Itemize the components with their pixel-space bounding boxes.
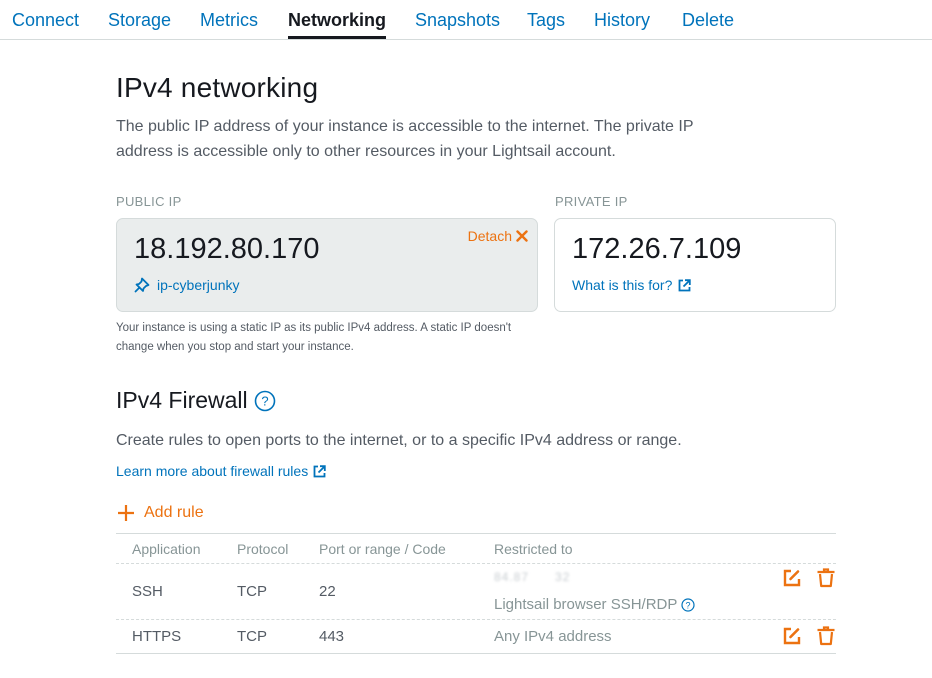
rule-actions (782, 568, 836, 588)
private-ip-address: 172.26.7.109 (572, 233, 742, 265)
rule-actions (782, 626, 836, 646)
rule-protocol: TCP (237, 583, 267, 600)
restricted-note-label: Lightsail browser SSH/RDP (494, 596, 678, 613)
public-ip-address: 18.192.80.170 (134, 233, 320, 265)
tab-storage[interactable]: Storage (108, 9, 171, 39)
ipv4-networking-title: IPv4 networking (116, 72, 319, 103)
rule-application: HTTPS (132, 628, 182, 645)
private-ip-card: 172.26.7.109 What is this for? (554, 218, 836, 312)
firewall-title-row: IPv4 Firewall ? (116, 387, 276, 414)
rule-restricted-ip-obscured: 84.87 32 (494, 570, 571, 584)
column-header-protocol: Protocol (237, 541, 289, 557)
tab-metrics[interactable]: Metrics (200, 9, 258, 39)
learn-more-firewall-link[interactable]: Learn more about firewall rules (116, 463, 326, 479)
pin-icon (134, 277, 150, 293)
column-header-application: Application (132, 541, 201, 557)
rule-port: 22 (319, 583, 336, 600)
add-rule-button[interactable]: Add rule (116, 503, 204, 523)
tab-history[interactable]: History (594, 9, 650, 39)
rule-protocol: TCP (237, 628, 267, 645)
external-link-icon (678, 278, 692, 291)
table-header: Application Protocol Port or range / Cod… (116, 534, 836, 564)
rule-application: SSH (132, 583, 163, 600)
private-ip-label: PRIVATE IP (555, 194, 628, 209)
column-header-port: Port or range / Code (319, 541, 446, 557)
close-icon (516, 230, 528, 242)
ipv4-networking-description: The public IP address of your instance i… (116, 118, 694, 160)
public-ip-card: 18.192.80.170 Detach ip-cyberjunky (116, 218, 538, 312)
instance-tabs: Connect Storage Metrics Networking Snaps… (0, 0, 932, 40)
detach-button[interactable]: Detach (468, 228, 528, 244)
learn-more-label: Learn more about firewall rules (116, 463, 309, 479)
trash-icon[interactable] (816, 626, 836, 646)
edit-icon[interactable] (782, 626, 802, 646)
detach-label: Detach (467, 228, 512, 244)
rule-port: 443 (319, 628, 345, 645)
rule-restricted-to: Any IPv4 address (494, 628, 612, 645)
firewall-rules-table: Application Protocol Port or range / Cod… (116, 533, 836, 654)
help-icon[interactable]: ? (681, 597, 696, 612)
static-ip-link[interactable]: ip-cyberjunky (134, 277, 239, 293)
tab-delete[interactable]: Delete (682, 9, 734, 39)
firewall-description: Create rules to open ports to the intern… (116, 432, 682, 449)
static-ip-name: ip-cyberjunky (157, 277, 240, 293)
static-ip-note: Your instance is using a static IP as it… (116, 322, 512, 353)
table-row: SSH TCP 22 84.87 32 Lightsail browser SS… (116, 564, 836, 620)
public-ip-label: PUBLIC IP (116, 194, 182, 209)
column-header-restricted-to: Restricted to (494, 541, 573, 557)
tab-connect[interactable]: Connect (12, 9, 79, 39)
svg-text:?: ? (686, 600, 691, 610)
tab-tags[interactable]: Tags (527, 9, 565, 39)
what-is-this-for-link[interactable]: What is this for? (572, 277, 692, 293)
add-rule-label: Add rule (144, 504, 204, 521)
svg-text:?: ? (261, 393, 268, 408)
firewall-title: IPv4 Firewall (116, 387, 248, 413)
external-link-icon (313, 464, 326, 477)
help-icon[interactable]: ? (254, 390, 276, 412)
rule-restricted-note: Lightsail browser SSH/RDP ? (494, 596, 696, 613)
edit-icon[interactable] (782, 568, 802, 588)
trash-icon[interactable] (816, 568, 836, 588)
what-is-this-for-label: What is this for? (572, 277, 673, 293)
table-row: HTTPS TCP 443 Any IPv4 address (116, 620, 836, 654)
plus-icon (118, 505, 134, 521)
tab-networking[interactable]: Networking (288, 9, 387, 39)
tab-snapshots[interactable]: Snapshots (415, 9, 500, 39)
